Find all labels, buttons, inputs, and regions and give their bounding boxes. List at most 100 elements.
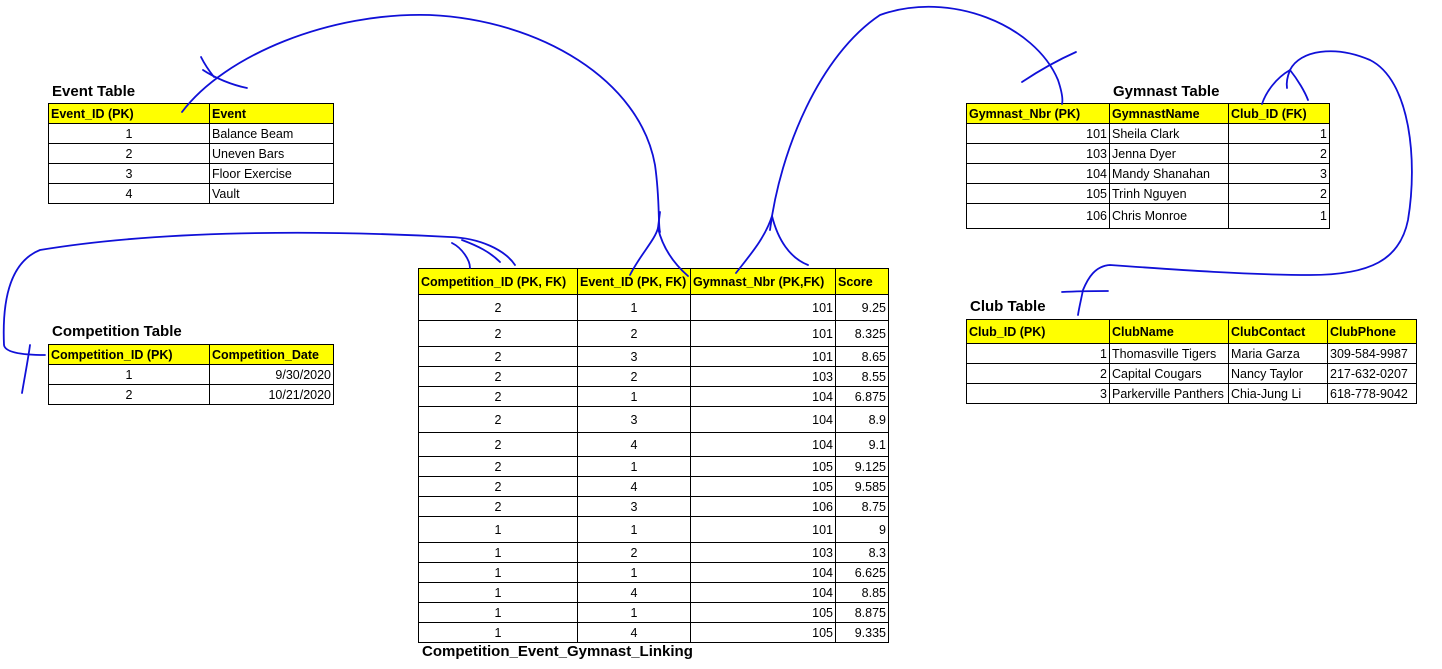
event-id-cell: 1: [577, 456, 691, 477]
event-id-cell: 4: [577, 622, 691, 643]
event-id-cell: 1: [577, 294, 691, 321]
table-row: 101 Sheila Clark 1: [966, 123, 1330, 144]
event-id-cell: 4: [577, 432, 691, 457]
competition-id-cell: 1: [418, 622, 578, 643]
club-table-header: ClubPhone: [1327, 319, 1417, 344]
gymnast-nbr-cell: 105: [690, 456, 836, 477]
gymnast-nbr-cell: 103: [690, 366, 836, 387]
score-cell: 6.875: [835, 386, 889, 407]
event-id-cell: 3: [577, 406, 691, 433]
club-table: Club_ID (PK) ClubName ClubContact ClubPh…: [966, 319, 1417, 404]
table-row: 1 1 104 6.625: [418, 562, 889, 583]
event-name-cell: Vault: [209, 183, 334, 204]
competition-date-cell: 9/30/2020: [209, 364, 334, 385]
club-name-cell: Thomasville Tigers: [1109, 343, 1229, 364]
table-row: 1 2 103 8.3: [418, 542, 889, 563]
club-id-cell: 2: [966, 363, 1110, 384]
event-id-cell: 1: [48, 123, 210, 144]
competition-id-cell: 1: [418, 582, 578, 603]
gymnast-name-cell: Chris Monroe: [1109, 203, 1229, 229]
event-link-tick: [202, 69, 248, 89]
table-row: 1 1 101 9: [418, 516, 889, 543]
event-id-cell: 3: [577, 496, 691, 517]
score-cell: 8.325: [835, 320, 889, 347]
score-cell: 8.55: [835, 366, 889, 387]
club-id-cell: 2: [1228, 183, 1330, 204]
event-table: Event_ID (PK) Event 1 Balance Beam 2 Une…: [48, 103, 334, 204]
competition-table: Competition_ID (PK) Competition_Date 1 9…: [48, 344, 334, 405]
gymnast-nbr-cell: 101: [690, 294, 836, 321]
gymnast-nbr-cell: 104: [690, 406, 836, 433]
club-table-header: Club_ID (PK): [966, 319, 1110, 344]
gymnast-nbr-cell: 104: [690, 432, 836, 457]
table-row: 103 Jenna Dyer 2: [966, 143, 1330, 164]
club-link-tick: [1061, 290, 1109, 293]
table-row: 3 Parkerville Panthers Chia-Jung Li 618-…: [966, 383, 1417, 404]
table-row: 105 Trinh Nguyen 2: [966, 183, 1330, 204]
club-id-cell: 1: [1228, 203, 1330, 229]
score-cell: 8.65: [835, 346, 889, 367]
linking-table-header: Event_ID (PK, FK): [577, 268, 691, 295]
competition-date-cell: 10/21/2020: [209, 384, 334, 405]
score-cell: 9.335: [835, 622, 889, 643]
gymnast-nbr-cell: 101: [966, 123, 1110, 144]
event-id-cell: 3: [48, 163, 210, 184]
event-id-cell: 4: [577, 476, 691, 497]
gymnast-table-header: Gymnast_Nbr (PK): [966, 103, 1110, 124]
competition-table-header: Competition_ID (PK): [48, 344, 210, 365]
gymnast-nbr-cell: 103: [690, 542, 836, 563]
club-crowsfoot: [1261, 69, 1309, 105]
gymnast-nbr-cell: 105: [690, 622, 836, 643]
linking-table-header: Gymnast_Nbr (PK,FK): [690, 268, 836, 295]
club-contact-cell: Maria Garza: [1228, 343, 1328, 364]
gymnast-nbr-cell: 106: [966, 203, 1110, 229]
gymnast-nbr-cell: 105: [966, 183, 1110, 204]
table-row: 1 4 104 8.85: [418, 582, 889, 603]
competition-id-cell: 2: [418, 386, 578, 407]
event-id-cell: 2: [577, 366, 691, 387]
table-row: 1 9/30/2020: [48, 364, 334, 385]
event-id-cell: 1: [577, 516, 691, 543]
gymnast-table-header: GymnastName: [1109, 103, 1229, 124]
competition-crowsfoot: [451, 242, 471, 269]
club-contact-cell: Nancy Taylor: [1228, 363, 1328, 384]
event-id-cell: 3: [577, 346, 691, 367]
competition-id-cell: 2: [418, 456, 578, 477]
gymnast-nbr-cell: 104: [690, 386, 836, 407]
table-row: 2 2 101 8.325: [418, 320, 889, 347]
table-row: 1 Balance Beam: [48, 123, 334, 144]
gymnast-nbr-cell: 103: [966, 143, 1110, 164]
club-id-cell: 2: [1228, 143, 1330, 164]
score-cell: 8.85: [835, 582, 889, 603]
table-row: 2 3 106 8.75: [418, 496, 889, 517]
competition-id-cell: 1: [418, 562, 578, 583]
event-table-header: Event_ID (PK): [48, 103, 210, 124]
gymnast-nbr-cell: 101: [690, 346, 836, 367]
gymnast-name-cell: Mandy Shanahan: [1109, 163, 1229, 184]
event-id-cell: 1: [577, 602, 691, 623]
event-id-cell: 2: [577, 320, 691, 347]
gymnast-table-header: Club_ID (FK): [1228, 103, 1330, 124]
event-table-header: Event: [209, 103, 334, 124]
table-row: 2 10/21/2020: [48, 384, 334, 405]
club-id-cell: 3: [1228, 163, 1330, 184]
score-cell: 9: [835, 516, 889, 543]
event-id-cell: 1: [577, 386, 691, 407]
table-row: 2 1 101 9.25: [418, 294, 889, 321]
table-row: 2 1 104 6.875: [418, 386, 889, 407]
club-name-cell: Parkerville Panthers: [1109, 383, 1229, 404]
table-row: 1 Thomasville Tigers Maria Garza 309-584…: [966, 343, 1417, 364]
table-row: 2 4 105 9.585: [418, 476, 889, 497]
competition-crowsfoot: [461, 239, 501, 263]
competition-table-title: Competition Table: [52, 323, 182, 340]
gymnast-nbr-cell: 104: [690, 562, 836, 583]
competition-id-cell: 1: [48, 364, 210, 385]
club-name-cell: Capital Cougars: [1109, 363, 1229, 384]
club-id-cell: 1: [966, 343, 1110, 364]
table-row: 2 4 104 9.1: [418, 432, 889, 457]
event-name-cell: Floor Exercise: [209, 163, 334, 184]
gymnast-nbr-cell: 101: [690, 516, 836, 543]
event-id-cell: 4: [577, 582, 691, 603]
table-row: 4 Vault: [48, 183, 334, 204]
table-row: 2 2 103 8.55: [418, 366, 889, 387]
